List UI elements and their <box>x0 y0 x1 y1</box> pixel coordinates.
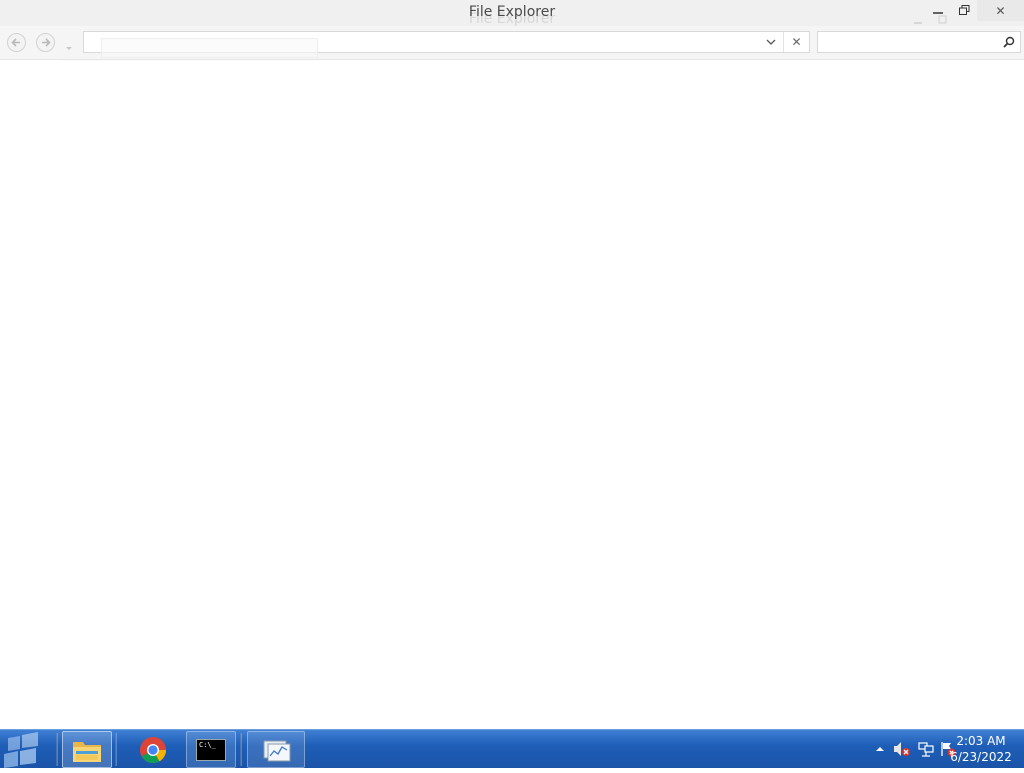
restore-icon <box>958 5 969 15</box>
start-button[interactable] <box>0 730 44 769</box>
windows-logo-icon <box>4 732 38 768</box>
close-button[interactable]: ✕ <box>977 0 1024 21</box>
clear-icon: ✕ <box>791 35 802 49</box>
title-bar[interactable]: File Explorer File Explorer ✕ <box>0 0 1024 27</box>
address-history-button[interactable] <box>761 32 781 52</box>
minimize-icon <box>933 11 943 14</box>
clock-time: 2:03 AM <box>956 734 1006 748</box>
taskbar-command-prompt[interactable]: C:\_ <box>186 731 236 768</box>
taskbar-separator <box>56 733 58 766</box>
command-prompt-icon: C:\_ <box>196 738 226 761</box>
minimize-button[interactable] <box>925 0 951 21</box>
chevron-down-icon <box>66 47 72 50</box>
file-explorer-icon <box>73 741 101 762</box>
file-explorer-window: File Explorer File Explorer ✕ ✕ <box>0 0 1024 729</box>
restore-button[interactable] <box>951 0 977 21</box>
network-tray-button[interactable] <box>918 741 934 757</box>
clock-date: 6/23/2022 <box>950 750 1012 764</box>
taskbar-chrome[interactable] <box>127 731 179 768</box>
network-icon <box>918 742 934 757</box>
window-title: File Explorer <box>468 4 556 20</box>
search-icon <box>1003 36 1015 48</box>
back-arrow-icon <box>11 38 20 47</box>
chevron-down-icon <box>766 39 776 45</box>
search-button[interactable] <box>1000 33 1018 51</box>
taskbar-resource-monitor[interactable] <box>247 731 305 768</box>
close-icon: ✕ <box>995 3 1006 18</box>
taskbar-separator <box>240 733 242 766</box>
address-clear-button[interactable]: ✕ <box>783 32 809 52</box>
taskbar-file-explorer[interactable] <box>62 731 112 768</box>
taskbar-clock[interactable]: 2:03 AM 6/23/2022 <box>946 733 1016 765</box>
ghost-minimize-icon <box>914 10 922 24</box>
forward-arrow-icon <box>42 38 51 47</box>
show-hidden-icons-button[interactable] <box>872 741 888 757</box>
taskbar: C:\_ 2:03 AM 6/23/2022 <box>0 729 1024 768</box>
resource-monitor-icon <box>263 740 291 761</box>
taskbar-separator <box>115 733 117 766</box>
chrome-icon <box>140 736 167 763</box>
forward-button[interactable] <box>36 33 55 52</box>
system-tray: 2:03 AM 6/23/2022 <box>844 730 1024 769</box>
command-prompt-icon-text: C:\_ <box>199 740 216 749</box>
window-controls: ✕ <box>925 0 1024 22</box>
volume-muted-icon <box>894 742 910 756</box>
recent-locations-button[interactable] <box>64 38 74 50</box>
content-area[interactable] <box>0 61 1024 729</box>
ghost-address-overlay <box>101 38 318 58</box>
back-button[interactable] <box>7 33 26 52</box>
chevron-up-icon <box>876 747 884 751</box>
volume-tray-button[interactable] <box>893 741 910 757</box>
search-input[interactable] <box>817 31 1021 53</box>
